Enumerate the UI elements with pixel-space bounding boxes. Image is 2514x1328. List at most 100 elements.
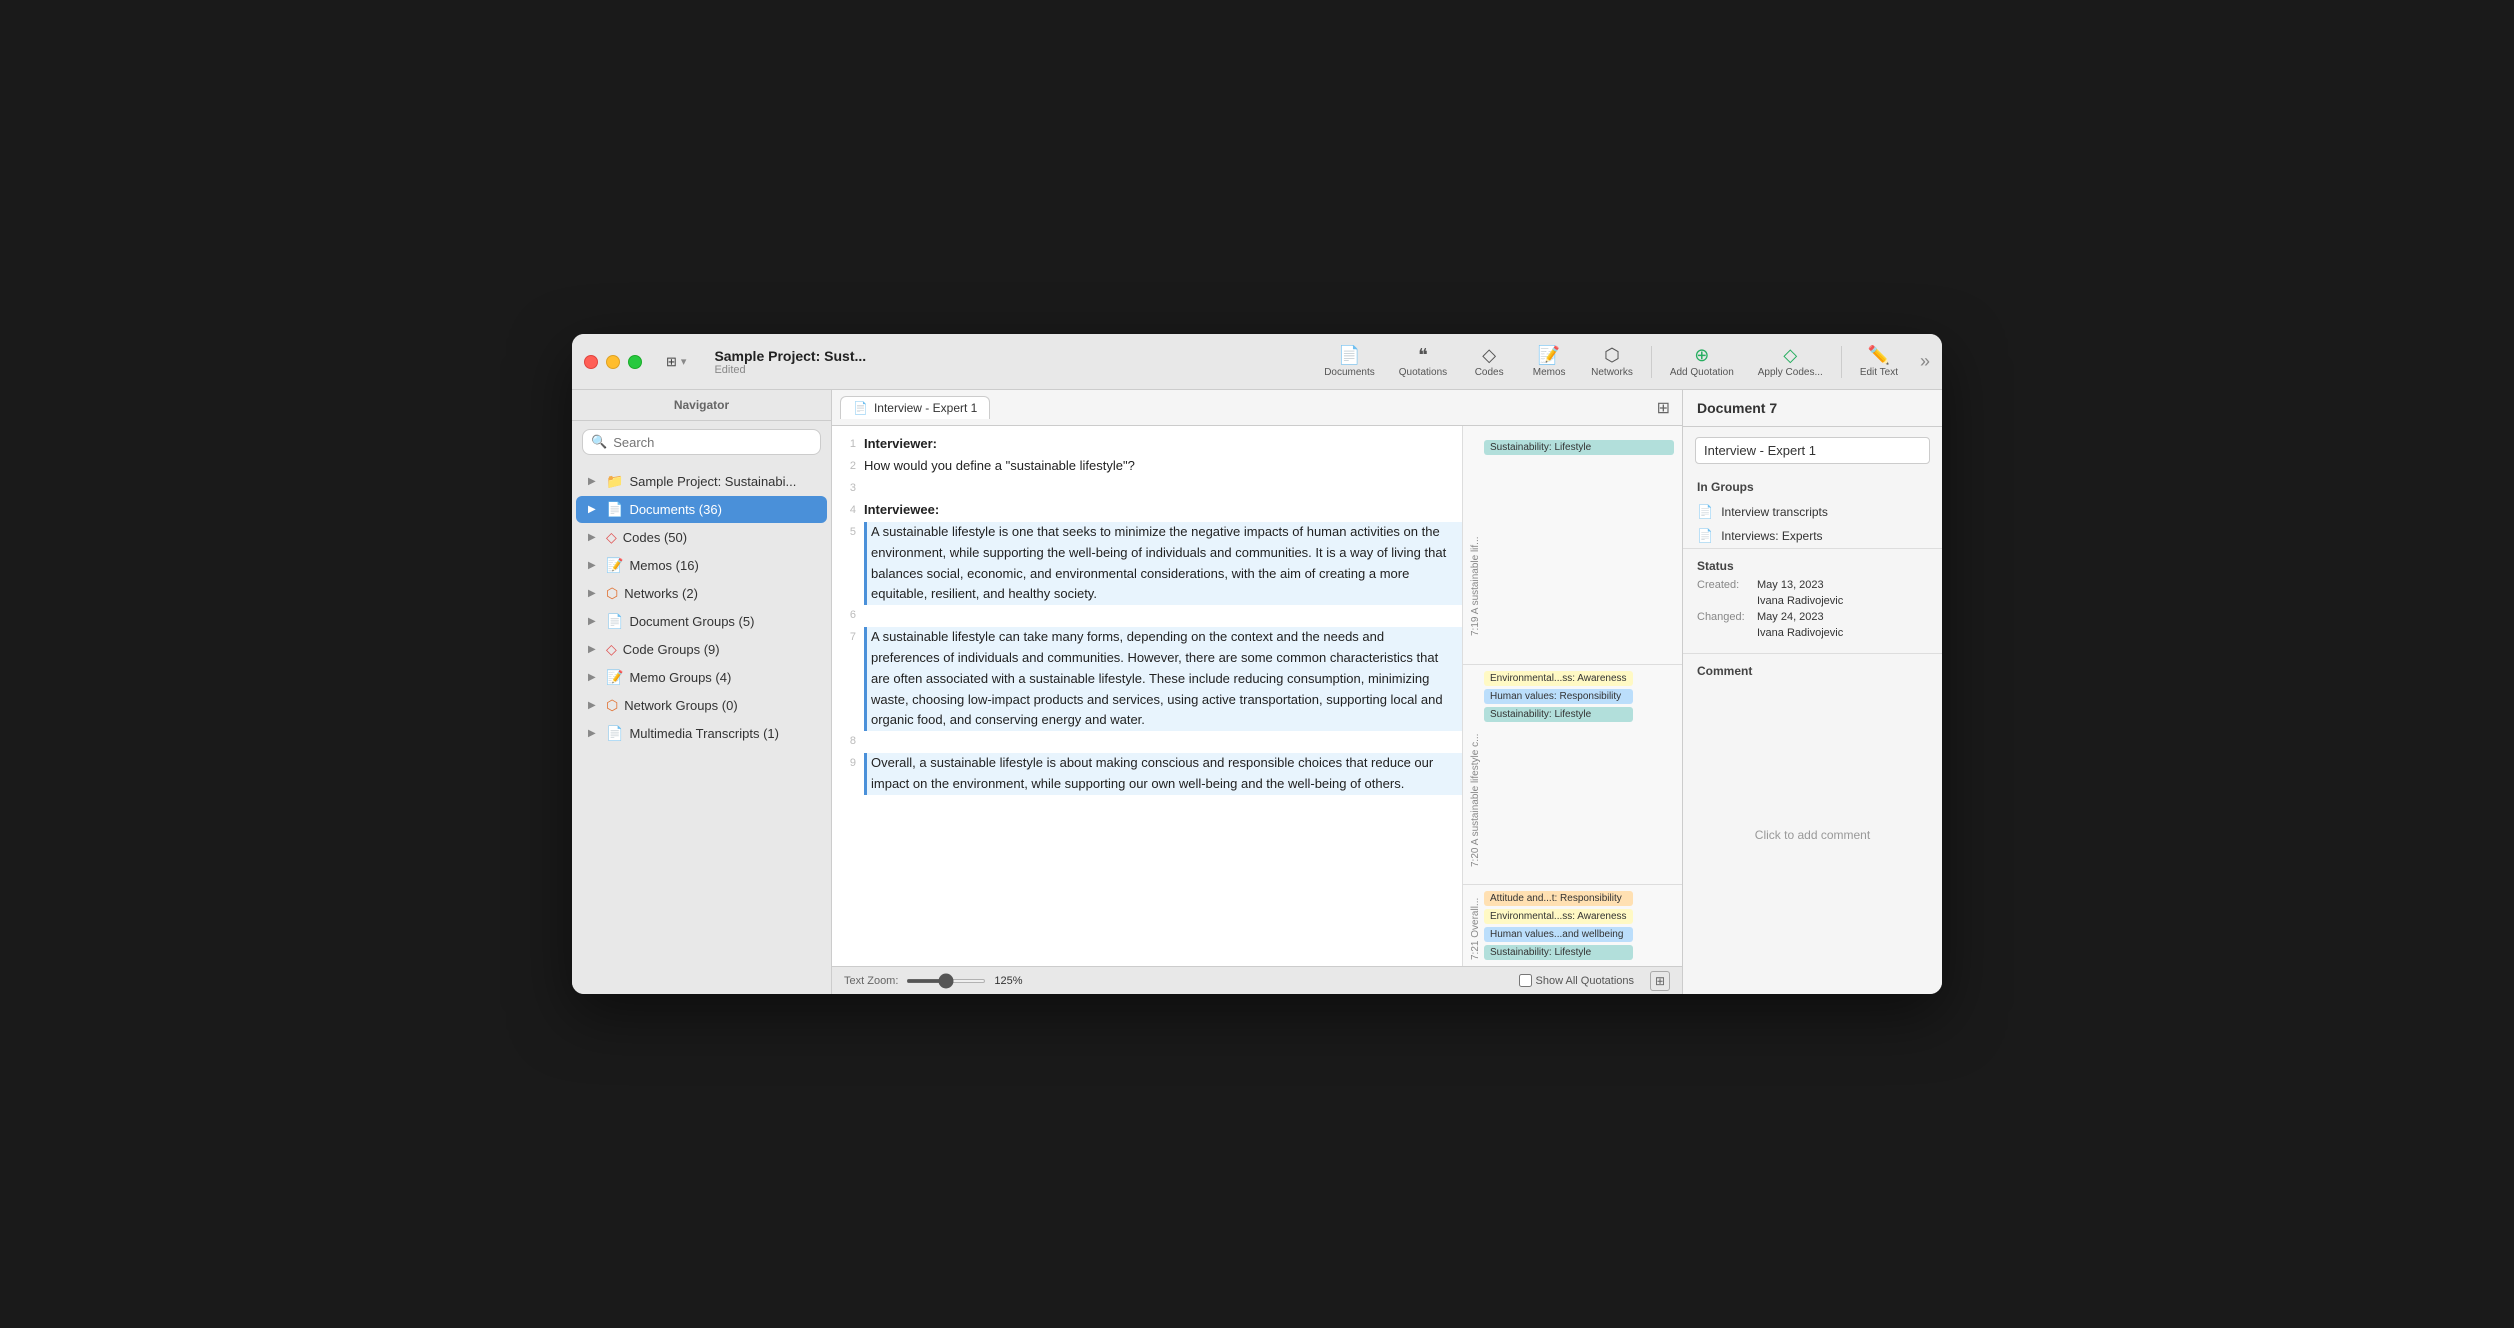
line-number: 8	[832, 731, 864, 753]
table-row: 8	[832, 731, 1462, 753]
sidebar-item-networks[interactable]: ▶ ⬡ Networks (2)	[576, 580, 827, 607]
toolbar-sep-2	[1841, 346, 1842, 378]
codes-button[interactable]: ◇ Codes	[1461, 341, 1517, 382]
codes-label: Codes	[1475, 367, 1504, 378]
changed-label: Changed:	[1697, 611, 1757, 623]
documents-label: Documents	[1324, 367, 1375, 378]
line-number: 1	[832, 434, 864, 456]
line-content: Interviewee:	[864, 500, 1462, 522]
doc-grid-button[interactable]: ⊞	[1653, 394, 1674, 422]
group-icon: 📄	[1697, 504, 1713, 520]
quotation-label: 7:20 A sustainable lifestyle c...	[1469, 669, 1482, 869]
add-quotation-button[interactable]: ⊕ Add Quotation	[1660, 341, 1744, 382]
group-label: Interviews: Experts	[1721, 529, 1822, 543]
quotation-block: 7:19 A sustainable lif... Sustainability…	[1463, 434, 1682, 664]
line-content: Overall, a sustainable lifestyle is abou…	[864, 753, 1462, 795]
doc-name-field[interactable]: Interview - Expert 1	[1695, 437, 1930, 464]
tag: Human values...and wellbeing	[1484, 927, 1633, 942]
close-button[interactable]	[584, 355, 598, 369]
quotation-block: 7:20 A sustainable lifestyle c... Enviro…	[1463, 664, 1682, 884]
created-date: May 13, 2023	[1757, 579, 1824, 591]
zoom-percent: 125%	[994, 975, 1022, 987]
memos-button[interactable]: 📝 Memos	[1521, 341, 1577, 382]
sidebar-item-project[interactable]: ▶ 📁 Sample Project: Sustainabi...	[576, 468, 827, 495]
status-title: Status	[1697, 559, 1928, 573]
quotation-label: 7:19 A sustainable lif...	[1469, 438, 1482, 638]
sidebar-item-doc-groups[interactable]: ▶ 📄 Document Groups (5)	[576, 608, 827, 635]
search-bar[interactable]: 🔍	[582, 429, 821, 455]
line-number: 2	[832, 456, 864, 478]
table-row: 2 How would you define a "sustainable li…	[832, 456, 1462, 478]
group-item-interview-transcripts: 📄 Interview transcripts	[1683, 500, 1942, 524]
project-title: Sample Project: Sust...	[714, 348, 1314, 364]
document-body: 1 Interviewer: 2 How would you define a …	[832, 426, 1682, 966]
comment-input[interactable]: Click to add comment	[1697, 686, 1928, 984]
chevron-right-icon: ▶	[588, 532, 600, 543]
tag: Sustainability: Lifestyle	[1484, 945, 1633, 960]
sidebar-item-multimedia[interactable]: ▶ 📄 Multimedia Transcripts (1)	[576, 720, 827, 747]
tag: Sustainability: Lifestyle	[1484, 707, 1633, 722]
changed-row: Changed: May 24, 2023	[1697, 611, 1928, 623]
sidebar-item-memo-groups[interactable]: ▶ 📝 Memo Groups (4)	[576, 664, 827, 691]
created-row: Created: May 13, 2023	[1697, 579, 1928, 591]
memo-groups-icon: 📝	[606, 669, 623, 686]
line-number: 6	[832, 605, 864, 627]
line-number: 4	[832, 500, 864, 522]
zoom-slider[interactable]	[906, 979, 986, 983]
created-by-label	[1697, 595, 1757, 607]
quotations-button[interactable]: ❝ Quotations	[1389, 341, 1457, 382]
chevron-right-icon: ▶	[588, 616, 600, 627]
documents-icon: 📄	[1338, 345, 1360, 366]
quotation-label: 7:21 Overall...	[1469, 889, 1482, 962]
search-input[interactable]	[613, 435, 812, 450]
table-row: 1 Interviewer:	[832, 434, 1462, 456]
comment-section: Comment Click to add comment	[1683, 653, 1942, 994]
sidebar-item-memos[interactable]: ▶ 📝 Memos (16)	[576, 552, 827, 579]
sidebar-item-codes[interactable]: ▶ ◇ Codes (50)	[576, 524, 827, 551]
main-window: ⊞ ▾ Sample Project: Sust... Edited 📄 Doc…	[572, 334, 1942, 994]
tag: Attitude and...t: Responsibility	[1484, 891, 1633, 906]
sidebar-item-documents[interactable]: ▶ 📄 Documents (36)	[576, 496, 827, 523]
project-info: Sample Project: Sust... Edited	[714, 348, 1314, 376]
apply-codes-icon: ◇	[1783, 345, 1797, 366]
main-layout: Navigator 🔍 ▶ 📁 Sample Project: Sustaina…	[572, 390, 1942, 994]
apply-codes-button[interactable]: ◇ Apply Codes...	[1748, 341, 1833, 382]
right-panel-header: Document 7	[1683, 390, 1942, 427]
maximize-button[interactable]	[628, 355, 642, 369]
networks-label: Networks	[1591, 367, 1633, 378]
sidebar-items: ▶ 📁 Sample Project: Sustainabi... ▶ 📄 Do…	[572, 463, 831, 994]
grid-view-button[interactable]: ⊞	[1650, 971, 1670, 991]
quotation-sidebar: 7:19 A sustainable lif... Sustainability…	[1462, 426, 1682, 966]
more-button[interactable]: »	[1920, 351, 1930, 372]
line-content	[864, 478, 1462, 500]
table-row: 6	[832, 605, 1462, 627]
navigator-chevron: ▾	[681, 355, 687, 368]
chevron-right-icon: ▶	[588, 560, 600, 571]
show-quotations-toggle[interactable]: Show All Quotations	[1519, 974, 1634, 987]
documents-nav-icon: 📄	[606, 501, 623, 518]
sidebar-item-network-groups[interactable]: ▶ ⬡ Network Groups (0)	[576, 692, 827, 719]
edit-text-button[interactable]: ✏️ Edit Text	[1850, 341, 1908, 382]
right-panel: Document 7 Interview - Expert 1 In Group…	[1682, 390, 1942, 994]
in-groups-header: In Groups	[1683, 474, 1942, 500]
line-number: 7	[832, 627, 864, 731]
documents-button[interactable]: 📄 Documents	[1314, 341, 1385, 382]
tag: Sustainability: Lifestyle	[1484, 440, 1674, 455]
chevron-right-icon: ▶	[588, 644, 600, 655]
show-quotations-label: Show All Quotations	[1536, 975, 1634, 987]
text-area[interactable]: 1 Interviewer: 2 How would you define a …	[832, 426, 1462, 966]
edit-text-label: Edit Text	[1860, 367, 1898, 378]
sidebar-item-label: Documents (36)	[629, 502, 721, 517]
sidebar-item-label: Document Groups (5)	[629, 614, 754, 629]
navigator-toggle[interactable]: ⊞ ▾	[658, 350, 694, 374]
networks-button[interactable]: ⬡ Networks	[1581, 341, 1643, 382]
line-content: A sustainable lifestyle is one that seek…	[864, 522, 1462, 605]
group-label: Interview transcripts	[1721, 505, 1828, 519]
show-quotations-checkbox[interactable]	[1519, 974, 1532, 987]
titlebar: ⊞ ▾ Sample Project: Sust... Edited 📄 Doc…	[572, 334, 1942, 390]
chevron-right-icon: ▶	[588, 672, 600, 683]
sidebar-item-code-groups[interactable]: ▶ ◇ Code Groups (9)	[576, 636, 827, 663]
line-content: A sustainable lifestyle can take many fo…	[864, 627, 1462, 731]
doc-tab-interview-expert1[interactable]: 📄 Interview - Expert 1	[840, 396, 990, 419]
minimize-button[interactable]	[606, 355, 620, 369]
